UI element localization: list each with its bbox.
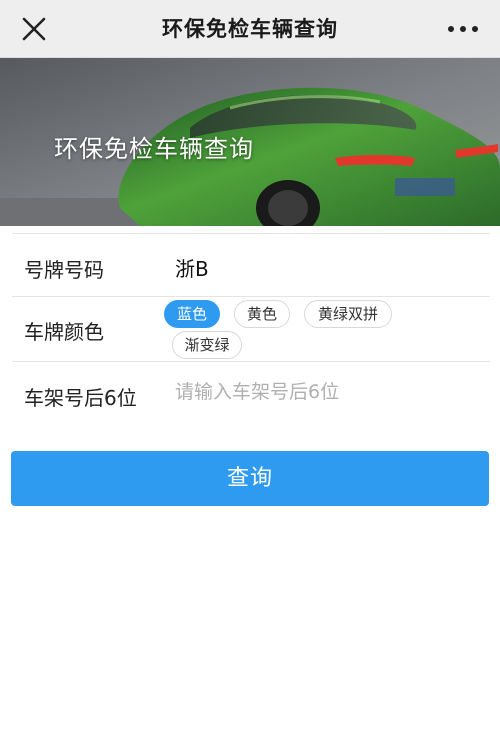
banner: 环保免检车辆查询 bbox=[0, 58, 500, 226]
vin-row: 车架号后6位 bbox=[12, 361, 490, 423]
plate-number-label: 号牌号码 bbox=[24, 258, 104, 282]
plate-color-option-gradient-green[interactable]: 渐变绿 bbox=[172, 331, 242, 359]
plate-color-row: 车牌颜色 蓝色 黄色 黄绿双拼 渐变绿 bbox=[12, 296, 490, 361]
vin-label: 车架号后6位 bbox=[24, 386, 137, 410]
plate-color-option-yellow-green[interactable]: 黄绿双拼 bbox=[304, 300, 392, 328]
plate-color-option-blue[interactable]: 蓝色 bbox=[164, 300, 220, 328]
top-nav-bar: 环保免检车辆查询 bbox=[0, 0, 500, 58]
plate-number-field[interactable]: 浙B bbox=[175, 253, 209, 282]
banner-title: 环保免检车辆查询 bbox=[54, 135, 254, 163]
vin-input[interactable] bbox=[175, 376, 475, 408]
more-button[interactable] bbox=[446, 15, 480, 43]
page-title: 环保免检车辆查询 bbox=[162, 17, 338, 41]
query-button[interactable]: 查询 bbox=[11, 451, 489, 506]
plate-color-label: 车牌颜色 bbox=[24, 320, 104, 344]
plate-number-row: 号牌号码 浙B bbox=[12, 233, 490, 296]
more-dots-icon bbox=[448, 26, 478, 32]
plate-color-option-yellow[interactable]: 黄色 bbox=[234, 300, 290, 328]
